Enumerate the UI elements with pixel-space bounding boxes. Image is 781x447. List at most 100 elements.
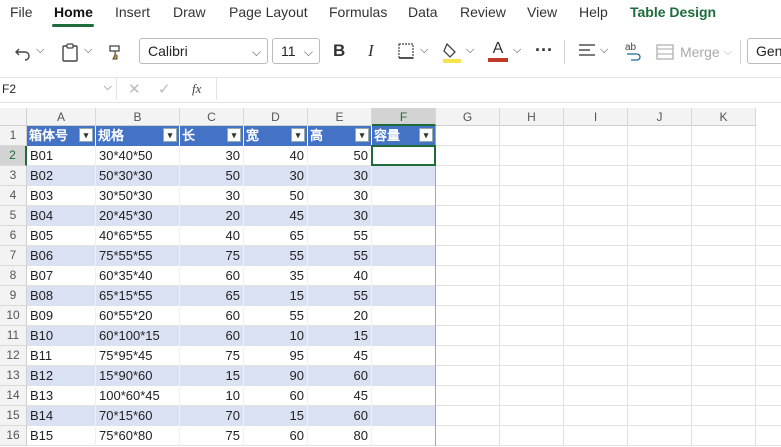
font-color-dropdown-chevron-icon[interactable]: ⌵ bbox=[513, 44, 521, 57]
row-header-13[interactable]: 13 bbox=[0, 366, 27, 386]
table-cell[interactable]: 45 bbox=[308, 346, 372, 366]
table-cell[interactable]: 60 bbox=[308, 406, 372, 426]
table-cell[interactable]: 70 bbox=[180, 406, 244, 426]
select-all-corner[interactable] bbox=[0, 108, 27, 126]
table-cell[interactable]: 45 bbox=[244, 206, 308, 226]
name-box[interactable]: F2 ⌵ bbox=[0, 78, 117, 100]
fill-color-dropdown-chevron-icon[interactable]: ⌵ bbox=[466, 44, 474, 57]
table-cell[interactable]: 30*40*50 bbox=[96, 146, 180, 166]
menu-help[interactable]: Help bbox=[579, 4, 608, 20]
table-cell[interactable]: 55 bbox=[308, 246, 372, 266]
table-header-cell[interactable]: 容量 ▾ bbox=[372, 126, 436, 146]
menu-draw[interactable]: Draw bbox=[173, 4, 206, 20]
table-header-cell[interactable]: 规格 ▾ bbox=[96, 126, 180, 146]
column-header-g[interactable]: G bbox=[436, 108, 500, 126]
table-cell[interactable]: 55 bbox=[308, 226, 372, 246]
table-cell[interactable] bbox=[372, 226, 436, 246]
table-cell[interactable]: 100*60*45 bbox=[96, 386, 180, 406]
table-cell[interactable]: 75*95*45 bbox=[96, 346, 180, 366]
table-cell[interactable]: 20 bbox=[180, 206, 244, 226]
filter-dropdown-icon[interactable]: ▾ bbox=[291, 128, 305, 142]
spreadsheet-grid[interactable]: A B C D E F G H I J K 1 2 3 4 5 6 7 8 9 10 11 12 13 14 15 16 箱体号 ▾ 规格… bbox=[0, 108, 781, 447]
row-header-7[interactable]: 7 bbox=[0, 246, 27, 266]
table-cell[interactable]: 30*50*30 bbox=[96, 186, 180, 206]
row-header-6[interactable]: 6 bbox=[0, 226, 27, 246]
menu-data[interactable]: Data bbox=[408, 4, 438, 20]
column-header-f[interactable]: F bbox=[372, 108, 436, 126]
table-cell[interactable]: 50 bbox=[180, 166, 244, 186]
table-cell[interactable]: 20*45*30 bbox=[96, 206, 180, 226]
filter-dropdown-icon[interactable]: ▾ bbox=[227, 128, 241, 142]
table-cell[interactable]: 40 bbox=[308, 266, 372, 286]
table-cell[interactable]: B06 bbox=[27, 246, 96, 266]
table-cell[interactable]: B15 bbox=[27, 426, 96, 446]
table-cell[interactable] bbox=[372, 246, 436, 266]
italic-button[interactable]: I bbox=[368, 41, 374, 61]
active-cell-selection[interactable] bbox=[371, 145, 436, 166]
table-cell[interactable]: 20 bbox=[308, 306, 372, 326]
table-cell[interactable]: 15 bbox=[244, 406, 308, 426]
table-cell[interactable]: 60 bbox=[180, 326, 244, 346]
menu-formulas[interactable]: Formulas bbox=[329, 4, 387, 20]
table-cell[interactable]: 60 bbox=[180, 306, 244, 326]
table-cell[interactable]: 30 bbox=[180, 146, 244, 166]
table-cell[interactable]: 55 bbox=[308, 286, 372, 306]
table-cell[interactable]: B01 bbox=[27, 146, 96, 166]
table-header-cell[interactable]: 箱体号 ▾ bbox=[27, 126, 96, 146]
menu-table-design[interactable]: Table Design bbox=[630, 4, 716, 20]
table-cell[interactable]: 90 bbox=[244, 366, 308, 386]
merge-button[interactable]: Merge ⌵ bbox=[654, 40, 734, 64]
wrap-text-button[interactable]: ab bbox=[622, 39, 644, 63]
table-cell[interactable]: B13 bbox=[27, 386, 96, 406]
table-cell[interactable]: 15*90*60 bbox=[96, 366, 180, 386]
row-header-12[interactable]: 12 bbox=[0, 346, 27, 366]
font-color-button[interactable]: A bbox=[487, 38, 509, 64]
row-header-9[interactable]: 9 bbox=[0, 286, 27, 306]
table-cell[interactable]: 40 bbox=[180, 226, 244, 246]
table-cell[interactable]: 60*35*40 bbox=[96, 266, 180, 286]
column-header-d[interactable]: D bbox=[244, 108, 308, 126]
table-cell[interactable]: 75 bbox=[180, 246, 244, 266]
column-header-b[interactable]: B bbox=[96, 108, 180, 126]
insert-function-button[interactable]: fx bbox=[192, 81, 201, 97]
column-header-a[interactable]: A bbox=[27, 108, 96, 126]
column-header-h[interactable]: H bbox=[500, 108, 564, 126]
table-cell[interactable] bbox=[372, 366, 436, 386]
table-cell[interactable] bbox=[372, 326, 436, 346]
table-cell[interactable] bbox=[372, 426, 436, 446]
table-cell[interactable]: 50 bbox=[244, 186, 308, 206]
menu-page-layout[interactable]: Page Layout bbox=[229, 4, 308, 20]
table-cell[interactable]: B09 bbox=[27, 306, 96, 326]
table-cell[interactable]: B07 bbox=[27, 266, 96, 286]
table-cell[interactable]: 15 bbox=[180, 366, 244, 386]
table-cell[interactable]: 30 bbox=[244, 166, 308, 186]
table-cell[interactable]: B03 bbox=[27, 186, 96, 206]
filter-dropdown-icon[interactable]: ▾ bbox=[355, 128, 369, 142]
table-cell[interactable]: B05 bbox=[27, 226, 96, 246]
align-button[interactable] bbox=[577, 41, 597, 61]
table-cell[interactable]: 75*60*80 bbox=[96, 426, 180, 446]
number-format-select[interactable]: Gen bbox=[747, 38, 781, 64]
table-cell[interactable]: 15 bbox=[244, 286, 308, 306]
table-cell[interactable]: 60 bbox=[308, 366, 372, 386]
row-header-16[interactable]: 16 bbox=[0, 426, 27, 446]
column-header-e[interactable]: E bbox=[308, 108, 372, 126]
cancel-icon[interactable]: ✕ bbox=[128, 80, 141, 98]
table-cell[interactable]: 30 bbox=[180, 186, 244, 206]
table-cell[interactable]: 30 bbox=[308, 206, 372, 226]
table-cell[interactable] bbox=[372, 266, 436, 286]
table-cell[interactable]: 30 bbox=[308, 166, 372, 186]
font-name-select[interactable]: Calibri ⌵ bbox=[139, 38, 268, 64]
table-cell[interactable]: 50*30*30 bbox=[96, 166, 180, 186]
table-cell[interactable]: 65 bbox=[244, 226, 308, 246]
table-cell[interactable]: 45 bbox=[308, 386, 372, 406]
table-cell[interactable]: 75 bbox=[180, 346, 244, 366]
table-cell[interactable] bbox=[372, 286, 436, 306]
row-header-8[interactable]: 8 bbox=[0, 266, 27, 286]
table-cell[interactable]: 30 bbox=[308, 186, 372, 206]
borders-button[interactable] bbox=[396, 41, 416, 61]
row-header-4[interactable]: 4 bbox=[0, 186, 27, 206]
column-header-j[interactable]: J bbox=[628, 108, 692, 126]
table-cell[interactable]: B11 bbox=[27, 346, 96, 366]
table-cell[interactable]: B14 bbox=[27, 406, 96, 426]
